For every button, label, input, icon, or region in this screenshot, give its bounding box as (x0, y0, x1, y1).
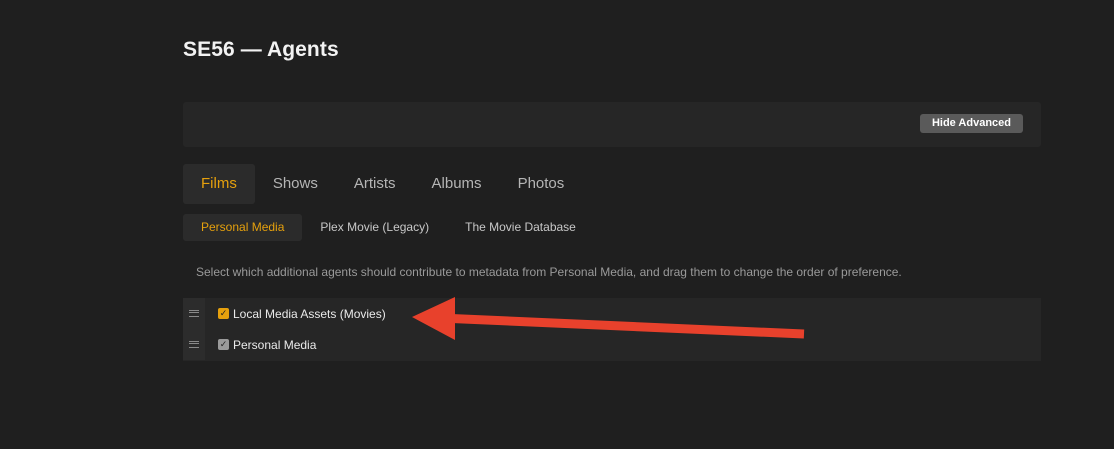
agent-label: Local Media Assets (Movies) (233, 306, 386, 321)
tab-the-movie-database[interactable]: The Movie Database (447, 214, 594, 241)
list-item: ✓ Local Media Assets (Movies) (183, 298, 1041, 329)
tab-albums[interactable]: Albums (414, 164, 500, 204)
advanced-toolbar: Hide Advanced (183, 102, 1041, 147)
agent-checkbox-personal-media[interactable]: ✓ (218, 339, 229, 350)
tab-shows[interactable]: Shows (255, 164, 336, 204)
tab-plex-movie-legacy[interactable]: Plex Movie (Legacy) (302, 214, 447, 241)
agent-list: ✓ Local Media Assets (Movies) ✓ Personal… (183, 298, 1041, 361)
page-title: SE56 — Agents (183, 38, 339, 61)
drag-handle-icon[interactable] (183, 329, 205, 360)
agent-checkbox-local-media-assets[interactable]: ✓ (218, 308, 229, 319)
library-type-tabs: Films Shows Artists Albums Photos (183, 164, 582, 204)
list-item: ✓ Personal Media (183, 329, 1041, 360)
agents-settings-page: SE56 — Agents Hide Advanced Films Shows … (0, 0, 1114, 449)
hide-advanced-button[interactable]: Hide Advanced (919, 114, 1023, 133)
tab-personal-media[interactable]: Personal Media (183, 214, 303, 241)
tab-films[interactable]: Films (183, 164, 255, 204)
agent-tabs: Personal Media Plex Movie (Legacy) The M… (183, 214, 594, 241)
tab-artists[interactable]: Artists (336, 164, 414, 204)
agent-label: Personal Media (233, 337, 317, 352)
tab-photos[interactable]: Photos (500, 164, 583, 204)
agents-description: Select which additional agents should co… (196, 265, 902, 279)
drag-handle-icon[interactable] (183, 298, 205, 329)
